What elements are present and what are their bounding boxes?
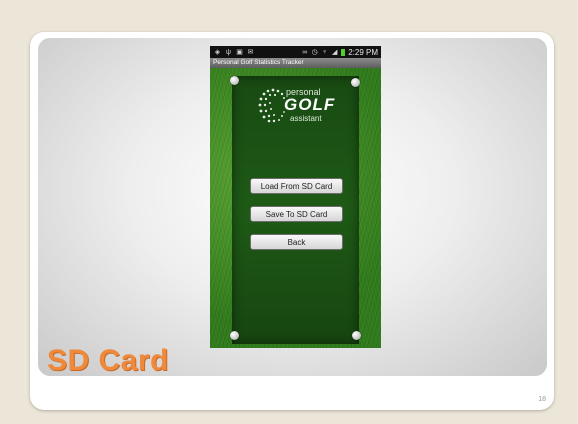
phone-screenshot: ◈ ψ ▣ ✉ ∞ ◷ ♆ ◢ 2:29 PM Personal Golf St… xyxy=(210,46,381,348)
status-bar: ◈ ψ ▣ ✉ ∞ ◷ ♆ ◢ 2:29 PM xyxy=(210,46,381,58)
back-button[interactable]: Back xyxy=(250,234,343,250)
save-to-sd-card-button[interactable]: Save To SD Card xyxy=(250,206,343,222)
alarm-icon: ◷ xyxy=(311,48,318,56)
app-logo: personal GOLF assistant xyxy=(256,86,340,128)
slide-title: SD Card xyxy=(47,344,169,377)
voicemail-icon: ∞ xyxy=(302,48,308,56)
screw-icon xyxy=(351,78,360,87)
signal-icon: ◢ xyxy=(332,48,338,56)
page-number: 18 xyxy=(538,396,546,403)
logo-line-assistant: assistant xyxy=(290,114,322,123)
load-from-sd-card-button[interactable]: Load From SD Card xyxy=(250,178,343,194)
app-title-bar: Personal Golf Statistics Tracker xyxy=(210,58,381,68)
usb-icon: ψ xyxy=(226,48,231,56)
wifi-icon: ♆ xyxy=(322,48,328,56)
screw-icon xyxy=(352,331,361,340)
mail-icon: ✉ xyxy=(247,48,254,56)
logo-line-golf: GOLF xyxy=(284,95,336,114)
shield-icon: ◈ xyxy=(214,48,221,56)
screw-icon xyxy=(230,331,239,340)
image-icon: ▣ xyxy=(236,48,243,56)
status-time: 2:29 PM xyxy=(348,47,378,57)
screw-icon xyxy=(230,76,239,85)
battery-icon xyxy=(341,48,346,56)
